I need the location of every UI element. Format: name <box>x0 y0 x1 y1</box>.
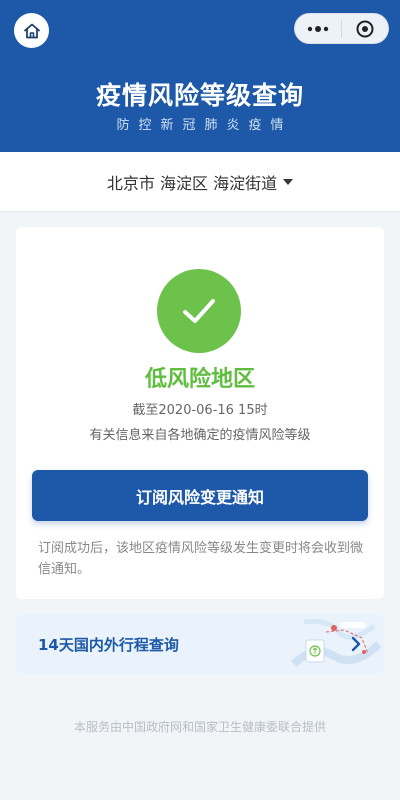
close-button[interactable] <box>342 14 388 43</box>
more-button[interactable] <box>295 14 341 43</box>
check-icon <box>183 299 215 323</box>
location-text: 北京市 海淀区 海淀街道 <box>106 173 278 193</box>
update-time: 截至2020-06-16 15时 <box>132 403 268 418</box>
header: 疫情风险等级查询 防控新冠肺炎疫情 <box>0 0 400 152</box>
target-circle-icon <box>356 20 374 37</box>
caret-down-icon <box>283 178 294 185</box>
more-dots-icon <box>307 25 329 32</box>
home-button[interactable] <box>14 13 49 48</box>
subscribe-button[interactable]: 订阅风险变更通知 <box>32 470 368 521</box>
chevron-right-icon <box>351 636 361 652</box>
footer-credit: 本服务由中国政府网和国家卫生健康委联合提供 <box>73 720 326 734</box>
check-badge <box>157 269 241 353</box>
travel-history-label: 14天国内外行程查询 <box>38 636 179 654</box>
data-source-note: 有关信息来自各地确定的疫情风险等级 <box>89 428 311 443</box>
page-subtitle: 防控新冠肺炎疫情 <box>116 118 293 133</box>
page-title: 疫情风险等级查询 <box>95 81 304 110</box>
location-selector[interactable]: 北京市 海淀区 海淀街道 <box>0 152 400 212</box>
map-illustration-icon <box>291 619 382 667</box>
home-icon <box>23 23 40 38</box>
mini-program-capsule <box>294 13 389 44</box>
travel-history-link[interactable]: 14天国内外行程查询 <box>16 614 384 674</box>
risk-status-card: 低风险地区 截至2020-06-16 15时 有关信息来自各地确定的疫情风险等级… <box>16 227 384 599</box>
subscribe-note: 订阅成功后，该地区疫情风险等级发生变更时将会收到微信通知。 <box>38 541 364 577</box>
risk-level-label: 低风险地区 <box>144 367 255 392</box>
